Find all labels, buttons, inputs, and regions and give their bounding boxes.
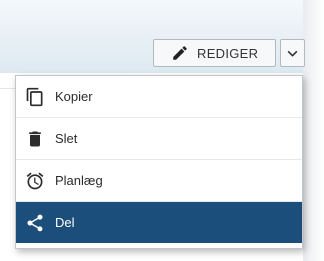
chevron-down-icon bbox=[287, 50, 298, 56]
menu-item-kopier[interactable]: Kopier bbox=[16, 76, 302, 118]
more-options-dropdown-button[interactable] bbox=[280, 39, 305, 67]
actions-dropdown-menu: Kopier Slet Planlæg Del bbox=[15, 75, 303, 249]
edit-button[interactable]: REDIGER bbox=[153, 39, 276, 67]
menu-item-slet[interactable]: Slet bbox=[16, 118, 302, 160]
page-edge-shadow bbox=[303, 0, 324, 261]
menu-item-label: Planlæg bbox=[55, 173, 103, 188]
menu-item-label: Slet bbox=[55, 131, 78, 146]
trash-icon bbox=[29, 131, 41, 147]
share-icon bbox=[27, 214, 43, 232]
edit-button-label: REDIGER bbox=[197, 45, 259, 61]
menu-item-del[interactable]: Del bbox=[16, 202, 302, 243]
alarm-clock-icon bbox=[26, 172, 44, 190]
copy-icon bbox=[26, 87, 43, 107]
pencil-icon bbox=[173, 46, 187, 60]
menu-item-label: Kopier bbox=[55, 89, 93, 104]
menu-item-label: Del bbox=[55, 215, 75, 230]
menu-item-planlaeg[interactable]: Planlæg bbox=[16, 160, 302, 202]
